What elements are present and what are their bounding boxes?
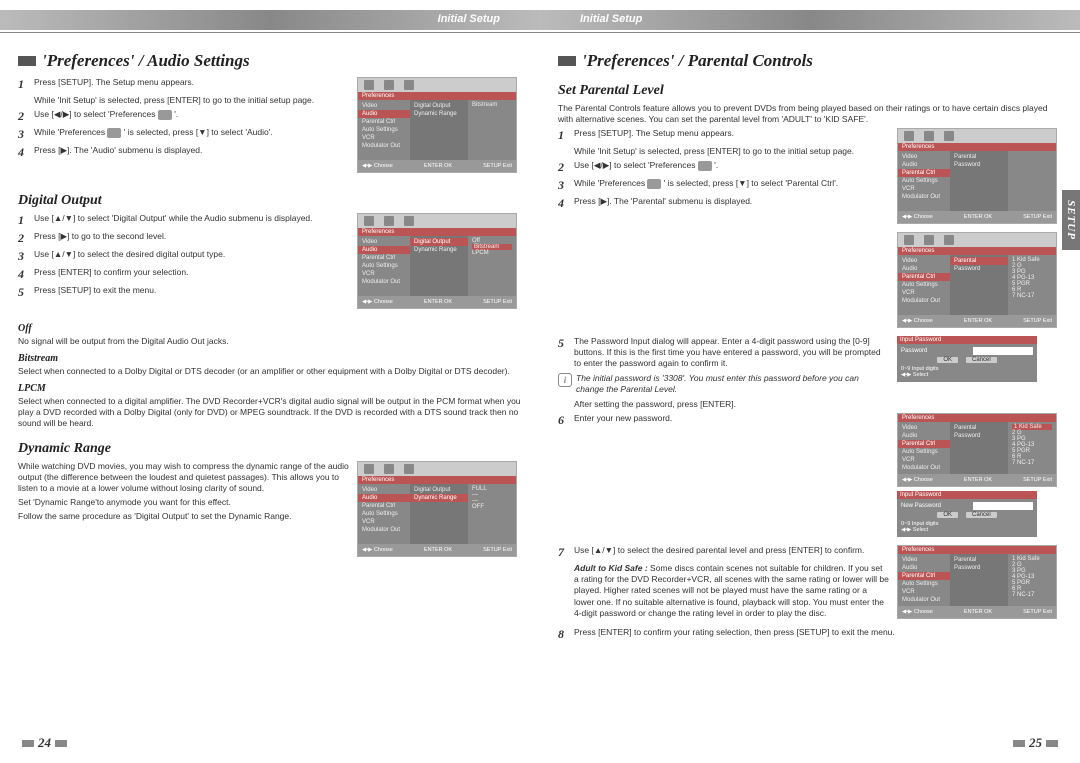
page-number-left: 24 bbox=[22, 735, 67, 751]
ok-button[interactable]: OK bbox=[937, 512, 958, 518]
header-label: Initial Setup bbox=[580, 13, 642, 25]
side-tab-setup: SETUP bbox=[1062, 190, 1080, 250]
ok-button[interactable]: OK bbox=[937, 357, 958, 363]
section-title-parental: 'Preferences' / Parental Controls bbox=[558, 51, 1062, 71]
page-24: Initial Setup 'Preferences' / Audio Sett… bbox=[0, 0, 540, 763]
pn-box-icon bbox=[22, 740, 34, 747]
new-password-field[interactable] bbox=[973, 502, 1033, 510]
header-rule bbox=[0, 32, 540, 33]
preferences-icon bbox=[107, 128, 121, 138]
cancel-button[interactable]: Cancel bbox=[966, 357, 997, 363]
osd-password-input: Input Password Password OKCancel 0~9 Inp… bbox=[897, 336, 1037, 382]
preferences-icon bbox=[158, 110, 172, 120]
osd-dynamic-range: Preferences Video Audio Parental Ctrl Au… bbox=[357, 461, 517, 557]
info-icon: i bbox=[558, 373, 572, 387]
section-title-audio: 'Preferences' / Audio Settings bbox=[18, 51, 522, 71]
cancel-button[interactable]: Cancel bbox=[966, 512, 997, 518]
audio-steps: 1Press [SETUP]. The Setup menu appears. … bbox=[18, 77, 349, 160]
digital-output-title: Digital Output bbox=[18, 193, 522, 209]
page-25: Initial Setup 'Preferences' / Parental C… bbox=[540, 0, 1080, 763]
preferences-icon bbox=[698, 161, 712, 171]
page-number-right: 25 bbox=[1013, 735, 1058, 751]
preferences-icon bbox=[647, 179, 661, 189]
osd-tab-icon bbox=[364, 80, 374, 90]
set-parental-level-title: Set Parental Level bbox=[558, 83, 1062, 99]
osd-parental-1: Preferences Video Audio Parental Ctrl Au… bbox=[897, 128, 1057, 224]
header-bar-right: Initial Setup bbox=[540, 10, 1080, 30]
osd-audio-1: Preferences Video Audio Parental Ctrl Au… bbox=[357, 77, 517, 173]
osd-new-password: Input Password New Password OKCancel 0~9… bbox=[897, 491, 1037, 537]
header-label: Initial Setup bbox=[438, 13, 500, 25]
header-bar-left: Initial Setup bbox=[0, 10, 540, 30]
osd-parental-2: Preferences Video Audio Parental Ctrl Au… bbox=[897, 232, 1057, 328]
password-field[interactable] bbox=[973, 347, 1033, 355]
osd-parental-3: Preferences Video Audio Parental Ctrl Au… bbox=[897, 413, 1057, 487]
osd-parental-4: Preferences Video Audio Parental Ctrl Au… bbox=[897, 545, 1057, 619]
osd-audio-2: Preferences Video Audio Parental Ctrl Au… bbox=[357, 213, 517, 309]
dynamic-range-title: Dynamic Range bbox=[18, 441, 522, 457]
